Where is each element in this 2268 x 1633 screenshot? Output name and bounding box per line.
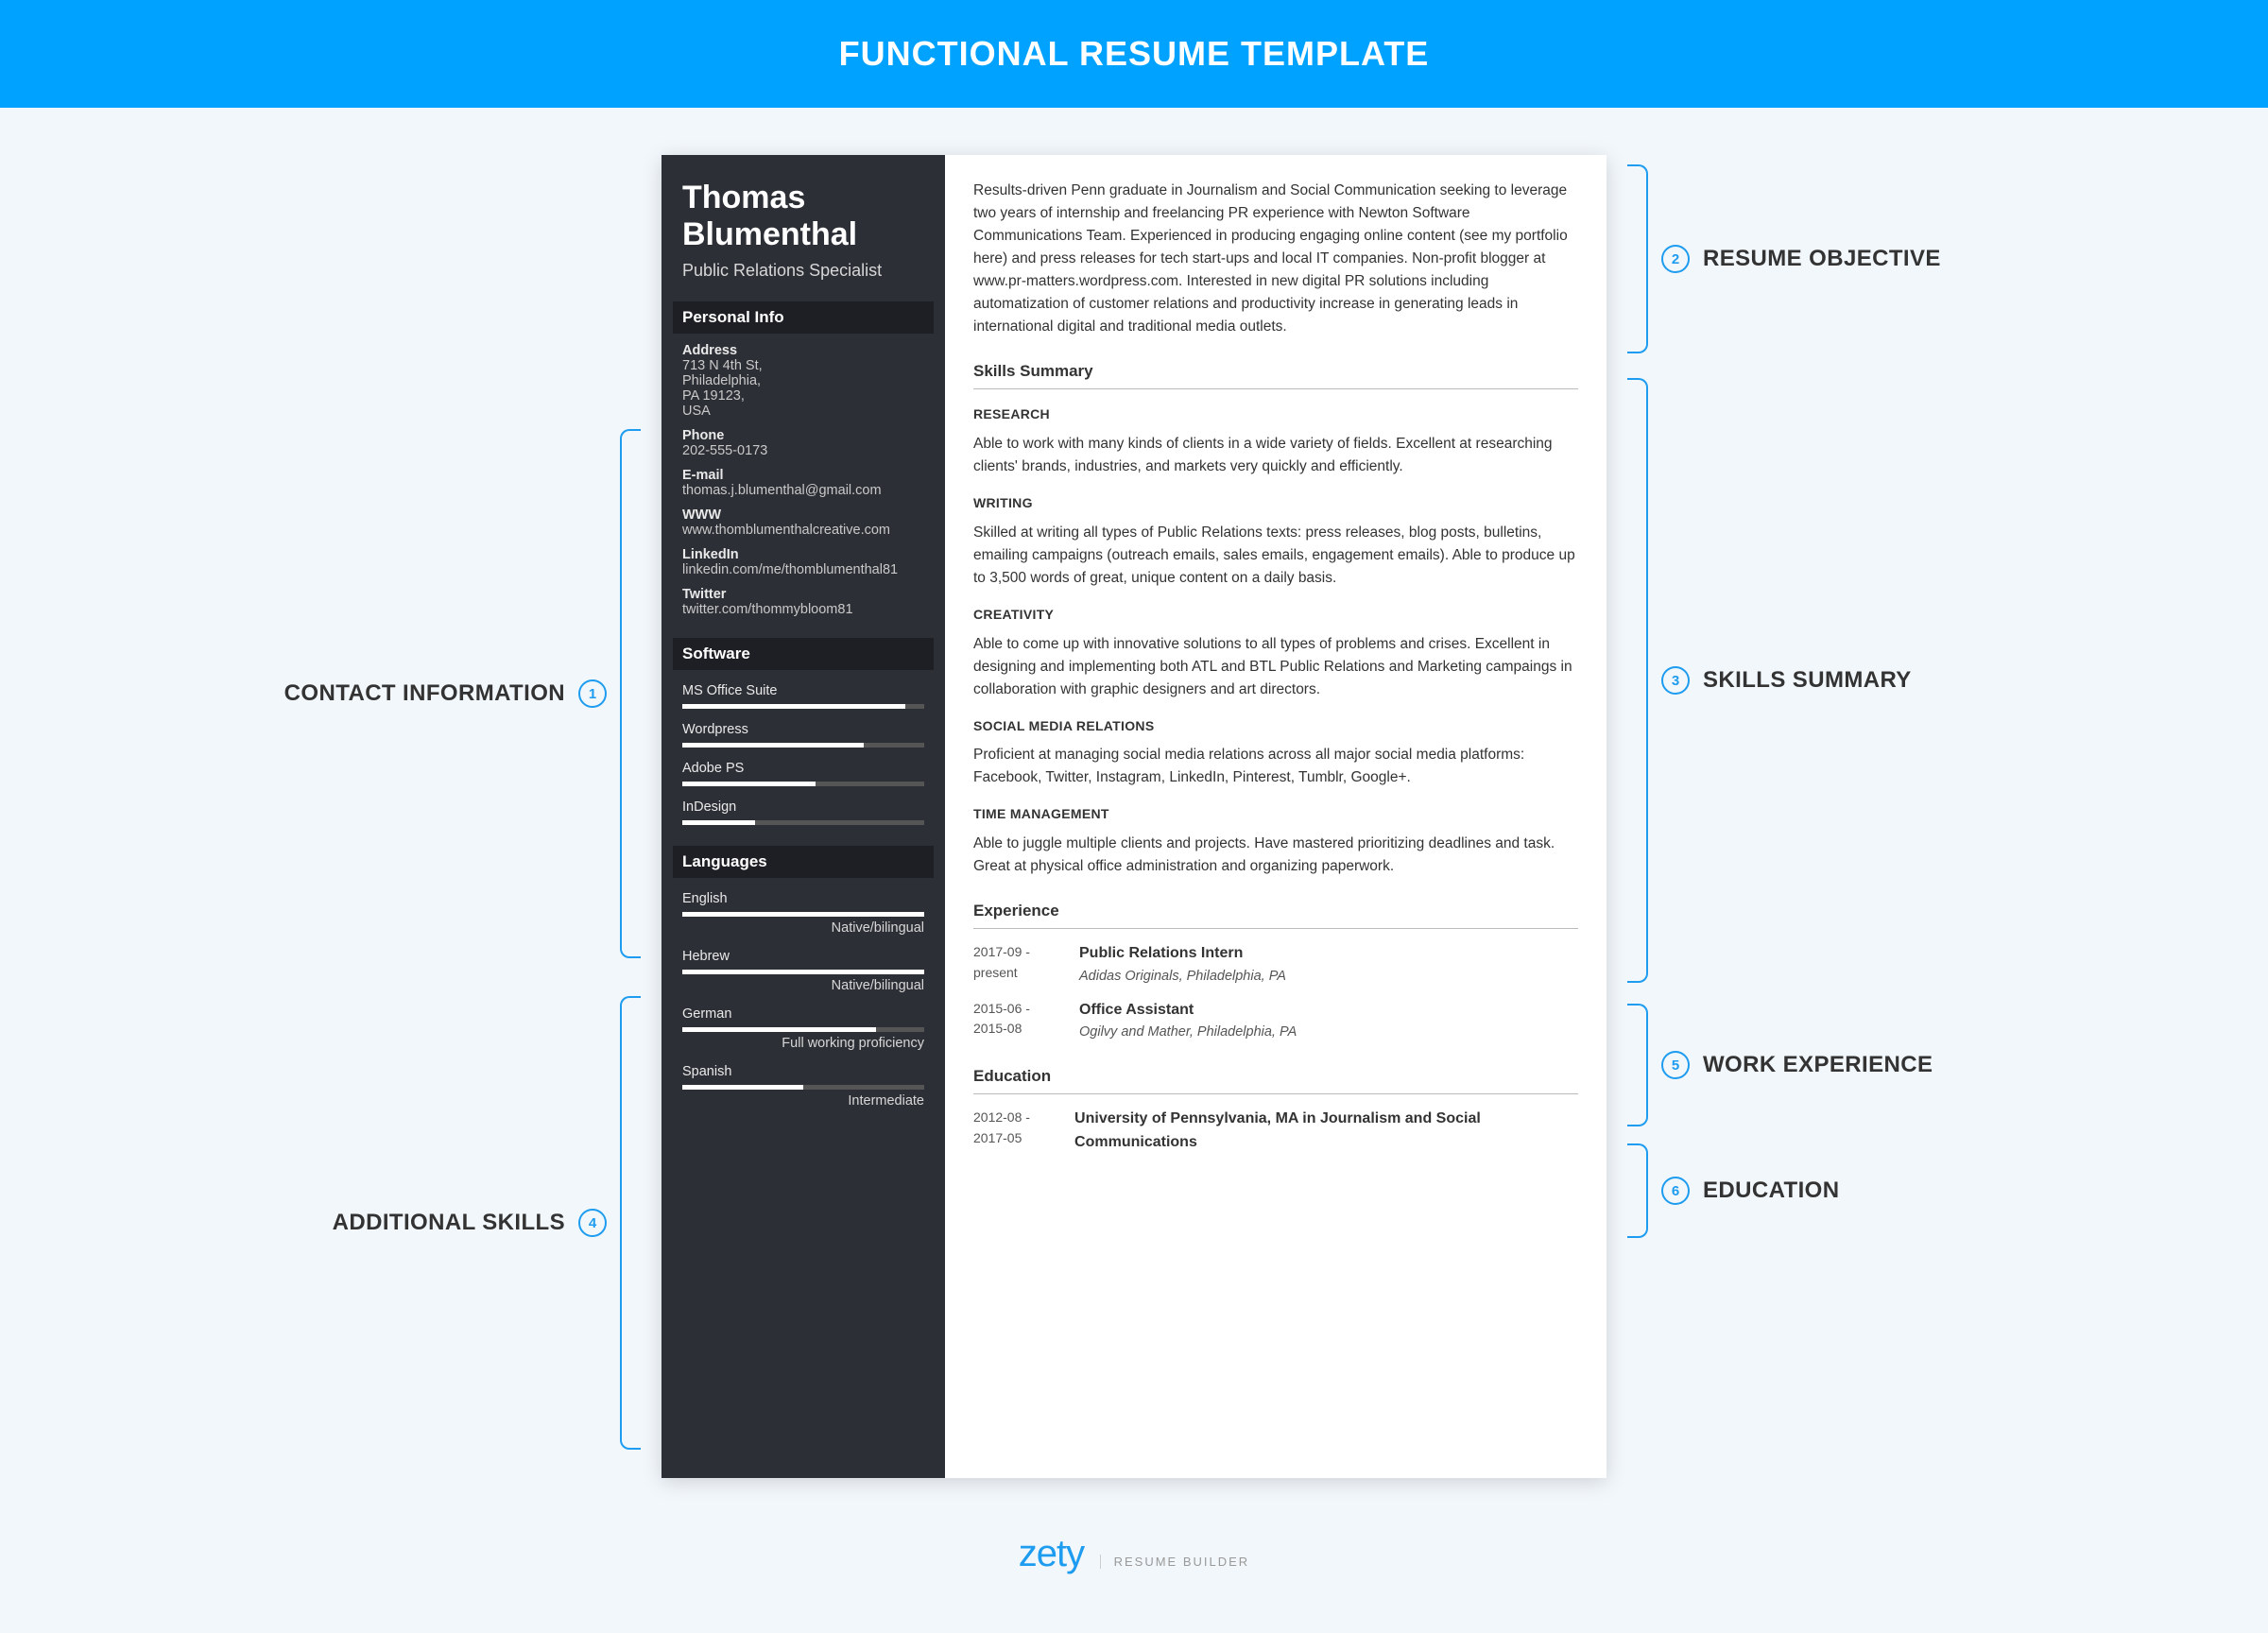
edu-degree: University of Pennsylvania, MA in Journa… bbox=[1074, 1108, 1578, 1155]
exp-role: Office Assistant bbox=[1079, 999, 1297, 1023]
skill-subhead: TIME MANAGEMENT bbox=[973, 804, 1578, 825]
annot-objective-label: RESUME OBJECTIVE bbox=[1703, 246, 1941, 272]
resume-document: Thomas Blumenthal Public Relations Speci… bbox=[662, 155, 1606, 1478]
section-personal-info: Personal Info bbox=[673, 301, 934, 334]
exp-date: 2017-09 - present bbox=[973, 942, 1058, 987]
bracket-icon bbox=[1627, 378, 1648, 983]
section-languages: Languages bbox=[673, 846, 934, 878]
twitter-value: twitter.com/thommybloom81 bbox=[682, 602, 924, 617]
brand-logo: zety bbox=[1019, 1533, 1084, 1574]
skill-subhead: WRITING bbox=[973, 493, 1578, 514]
annot-badge-2: 2 bbox=[1661, 245, 1690, 273]
skill-text: Able to work with many kinds of clients … bbox=[973, 433, 1578, 478]
software-skill: MS Office Suite bbox=[682, 683, 924, 698]
exp-org: Adidas Originals, Philadelphia, PA bbox=[1079, 966, 1286, 987]
skill-subhead: RESEARCH bbox=[973, 404, 1578, 425]
software-skill: Wordpress bbox=[682, 722, 924, 737]
annot-badge-6: 6 bbox=[1661, 1177, 1690, 1205]
skill-bar bbox=[682, 970, 924, 974]
email-value: thomas.j.blumenthal@gmail.com bbox=[682, 483, 924, 498]
resume-objective: Results-driven Penn graduate in Journali… bbox=[973, 180, 1578, 338]
annot-contact-label: CONTACT INFORMATION bbox=[284, 680, 565, 707]
language-name: English bbox=[682, 891, 924, 906]
twitter-label: Twitter bbox=[682, 587, 924, 602]
annot-additional-label: ADDITIONAL SKILLS bbox=[333, 1210, 565, 1236]
annotations-left: CONTACT INFORMATION 1 ADDITIONAL SKILLS … bbox=[272, 155, 641, 1450]
software-skill: Adobe PS bbox=[682, 761, 924, 776]
language-name: Hebrew bbox=[682, 949, 924, 964]
bracket-icon bbox=[620, 996, 641, 1450]
skill-text: Able to juggle multiple clients and proj… bbox=[973, 833, 1578, 878]
experience-row: 2015-06 - 2015-08 Office AssistantOgilvy … bbox=[973, 999, 1578, 1043]
language-level: Intermediate bbox=[682, 1093, 924, 1109]
page-banner: FUNCTIONAL RESUME TEMPLATE bbox=[0, 0, 2268, 108]
education-row: 2012-08 - 2017-05 University of Pennsylva… bbox=[973, 1108, 1578, 1155]
skills-heading: Skills Summary bbox=[973, 359, 1578, 389]
stage: CONTACT INFORMATION 1 ADDITIONAL SKILLS … bbox=[0, 108, 2268, 1506]
applicant-title: Public Relations Specialist bbox=[682, 261, 924, 281]
brand-tagline: RESUME BUILDER bbox=[1100, 1555, 1250, 1569]
www-value: www.thomblumenthalcreative.com bbox=[682, 523, 924, 538]
bracket-icon bbox=[1627, 1004, 1648, 1126]
skill-bar bbox=[682, 1027, 924, 1032]
annot-badge-1: 1 bbox=[578, 679, 607, 708]
address-label: Address bbox=[682, 343, 924, 358]
skill-bar bbox=[682, 704, 924, 709]
skill-text: Skilled at writing all types of Public R… bbox=[973, 522, 1578, 590]
edu-date: 2012-08 - 2017-05 bbox=[973, 1108, 1054, 1155]
language-name: German bbox=[682, 1006, 924, 1022]
annot-badge-4: 4 bbox=[578, 1209, 607, 1237]
bracket-icon bbox=[1627, 1143, 1648, 1238]
phone-value: 202-555-0173 bbox=[682, 443, 924, 458]
annotations-right: 2 RESUME OBJECTIVE 3 SKILLS SUMMARY 5 WO… bbox=[1627, 155, 1996, 1238]
language-level: Native/bilingual bbox=[682, 978, 924, 993]
annot-skills-label: SKILLS SUMMARY bbox=[1703, 667, 1912, 694]
exp-org: Ogilvy and Mather, Philadelphia, PA bbox=[1079, 1022, 1297, 1042]
bracket-icon bbox=[620, 429, 641, 958]
linkedin-label: LinkedIn bbox=[682, 547, 924, 562]
software-skill: InDesign bbox=[682, 799, 924, 815]
skill-text: Able to come up with innovative solution… bbox=[973, 633, 1578, 701]
linkedin-value: linkedin.com/me/thomblumenthal81 bbox=[682, 562, 924, 577]
exp-role: Public Relations Intern bbox=[1079, 942, 1286, 966]
bracket-icon bbox=[1627, 164, 1648, 353]
language-level: Native/bilingual bbox=[682, 920, 924, 936]
www-label: WWW bbox=[682, 507, 924, 523]
email-label: E-mail bbox=[682, 468, 924, 483]
annot-education-label: EDUCATION bbox=[1703, 1177, 1839, 1204]
skill-text: Proficient at managing social media rela… bbox=[973, 744, 1578, 789]
phone-label: Phone bbox=[682, 428, 924, 443]
skill-subhead: CREATIVITY bbox=[973, 605, 1578, 626]
exp-date: 2015-06 - 2015-08 bbox=[973, 999, 1058, 1043]
experience-row: 2017-09 - present Public Relations Intern… bbox=[973, 942, 1578, 987]
annot-badge-3: 3 bbox=[1661, 666, 1690, 695]
skill-subhead: SOCIAL MEDIA RELATIONS bbox=[973, 716, 1578, 737]
address-value: 713 N 4th St, Philadelphia, PA 19123, US… bbox=[682, 358, 924, 419]
skill-bar bbox=[682, 912, 924, 917]
experience-heading: Experience bbox=[973, 899, 1578, 929]
footer: zety RESUME BUILDER bbox=[0, 1506, 2268, 1623]
skill-bar bbox=[682, 820, 924, 825]
skill-bar bbox=[682, 743, 924, 748]
annot-experience-label: WORK EXPERIENCE bbox=[1703, 1052, 1933, 1078]
education-heading: Education bbox=[973, 1064, 1578, 1094]
annot-badge-5: 5 bbox=[1661, 1051, 1690, 1079]
section-software: Software bbox=[673, 638, 934, 670]
language-level: Full working proficiency bbox=[682, 1036, 924, 1051]
skill-bar bbox=[682, 782, 924, 786]
language-name: Spanish bbox=[682, 1064, 924, 1079]
skill-bar bbox=[682, 1085, 924, 1090]
resume-sidebar: Thomas Blumenthal Public Relations Speci… bbox=[662, 155, 945, 1478]
resume-main: Results-driven Penn graduate in Journali… bbox=[945, 155, 1606, 1478]
applicant-name: Thomas Blumenthal bbox=[682, 180, 924, 253]
